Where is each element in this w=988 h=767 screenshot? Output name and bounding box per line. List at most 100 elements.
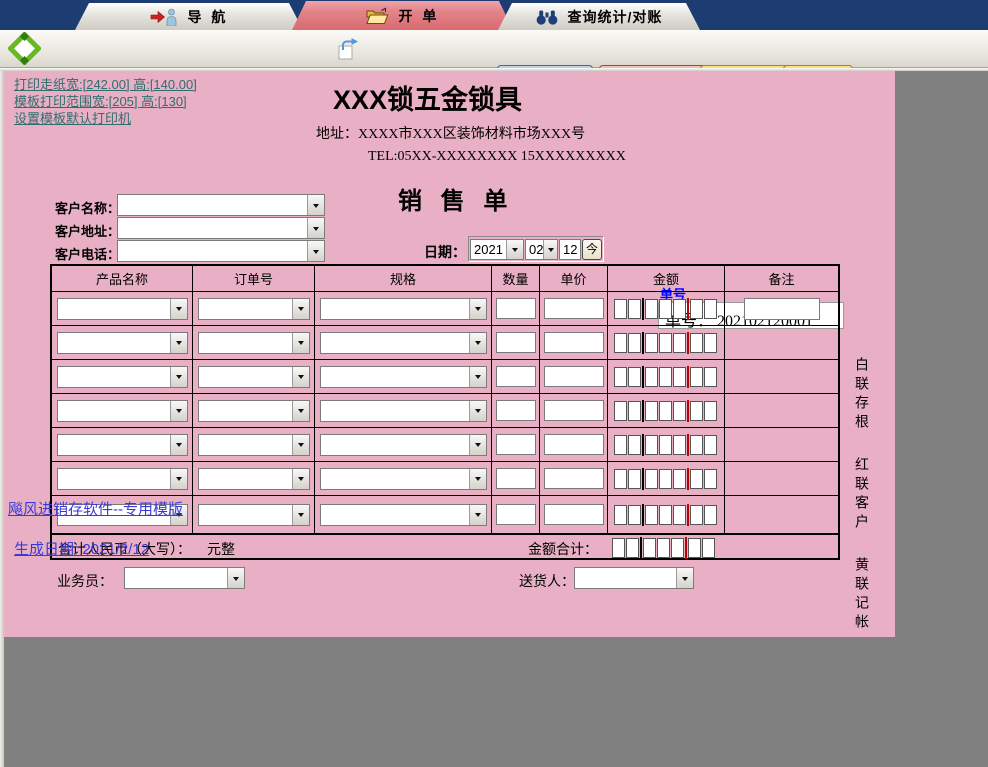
chevron-down-icon[interactable] — [169, 332, 187, 353]
quantity-input[interactable] — [495, 400, 536, 421]
quantity-input[interactable] — [495, 504, 536, 525]
chevron-down-icon[interactable] — [506, 239, 523, 259]
salesman-label: 业务员： — [57, 573, 113, 589]
rotate-print-icon — [336, 37, 360, 66]
table-header-row: 产品名称 订单号 规格 数量 单价 金额 备注 — [52, 266, 838, 292]
amount-digit-boxes — [614, 331, 718, 354]
chevron-down-icon[interactable] — [307, 218, 324, 238]
chevron-down-icon[interactable] — [291, 298, 309, 319]
chevron-down-icon[interactable] — [169, 298, 187, 319]
order-no-select[interactable] — [197, 297, 310, 320]
product-select[interactable] — [56, 399, 188, 422]
delivery-select[interactable] — [574, 567, 694, 589]
spec-select[interactable] — [319, 365, 487, 388]
spec-select[interactable] — [319, 331, 487, 354]
column-header: 数量 — [492, 266, 540, 291]
software-template-link[interactable]: 飚风进销存软件--专用模版 — [8, 498, 183, 519]
quantity-input[interactable] — [495, 332, 536, 353]
quantity-input[interactable] — [495, 434, 536, 455]
customer-name-select[interactable] — [117, 194, 325, 216]
product-select[interactable] — [56, 331, 188, 354]
chevron-down-icon[interactable] — [468, 468, 486, 489]
tab-navigation[interactable]: 导 航 — [75, 3, 303, 30]
chevron-down-icon[interactable] — [468, 366, 486, 387]
day-field[interactable]: 12 — [559, 238, 581, 260]
customer-addr-label: 客户地址： — [55, 224, 121, 239]
tab-query-stats[interactable]: 查询统计/对账 — [498, 3, 700, 30]
customer-tel-select[interactable] — [117, 240, 325, 262]
today-button[interactable]: 今 — [582, 238, 602, 260]
table-row — [52, 292, 838, 326]
month-select[interactable]: 02 — [525, 238, 558, 260]
column-header: 单价 — [540, 266, 608, 291]
unit-price-input[interactable] — [543, 298, 604, 319]
unit-price-input[interactable] — [543, 366, 604, 387]
tab-billing[interactable]: 开 单 — [292, 1, 513, 30]
order-no-select[interactable] — [197, 433, 310, 456]
unit-price-input[interactable] — [543, 400, 604, 421]
chevron-down-icon[interactable] — [468, 504, 486, 525]
chevron-down-icon[interactable] — [307, 241, 324, 261]
spec-select[interactable] — [319, 297, 487, 320]
table-total-row: 合计人民币（大写）： 元整 金额合计： — [52, 534, 838, 559]
chevron-down-icon[interactable] — [227, 568, 244, 588]
date-picker-group: 2021 02 12 今 — [468, 236, 604, 262]
amount-digit-boxes — [614, 433, 718, 456]
order-no-select[interactable] — [197, 467, 310, 490]
product-select[interactable] — [56, 433, 188, 456]
chevron-down-icon[interactable] — [468, 434, 486, 455]
diamond-icon — [6, 30, 43, 70]
unit-price-input[interactable] — [543, 332, 604, 353]
unit-price-input[interactable] — [543, 468, 604, 489]
quantity-input[interactable] — [495, 468, 536, 489]
chevron-down-icon[interactable] — [169, 434, 187, 455]
chevron-down-icon[interactable] — [543, 239, 557, 259]
table-row — [52, 462, 838, 496]
toolbar: 打印偏移左右 毫米 打印偏移上下 毫米 旋转打印 批量设置字体 调整打印偏移说明… — [0, 30, 988, 91]
quantity-input[interactable] — [495, 298, 536, 319]
remark-input[interactable] — [743, 297, 820, 320]
default-printer-link[interactable]: 设置模板默认打印机 — [14, 108, 131, 127]
chevron-down-icon[interactable] — [169, 468, 187, 489]
spec-select[interactable] — [319, 433, 487, 456]
salesman-select[interactable] — [124, 567, 245, 589]
amount-digit-boxes — [614, 365, 718, 388]
chevron-down-icon[interactable] — [468, 332, 486, 353]
product-select[interactable] — [56, 297, 188, 320]
amount-digit-boxes — [614, 503, 718, 526]
chevron-down-icon[interactable] — [291, 468, 309, 489]
invoice-sheet: 打印走纸宽:[242.00] 高:[140.00] 模板打印范围宽:[205] … — [4, 71, 895, 637]
quantity-input[interactable] — [495, 366, 536, 387]
spec-select[interactable] — [319, 399, 487, 422]
generated-date-link[interactable]: 生成日期: 2021/2/12 — [14, 538, 149, 559]
order-no-select[interactable] — [197, 365, 310, 388]
spec-select[interactable] — [319, 503, 487, 526]
total-amount-digit-boxes — [612, 537, 716, 559]
chevron-down-icon[interactable] — [468, 298, 486, 319]
chevron-down-icon[interactable] — [291, 332, 309, 353]
product-select[interactable] — [56, 467, 188, 490]
product-select[interactable] — [56, 365, 188, 388]
chevron-down-icon[interactable] — [169, 366, 187, 387]
order-no-select[interactable] — [197, 331, 310, 354]
unit-price-input[interactable] — [543, 434, 604, 455]
chevron-down-icon[interactable] — [676, 568, 693, 588]
chevron-down-icon[interactable] — [291, 434, 309, 455]
chevron-down-icon[interactable] — [291, 400, 309, 421]
total-words-value: 元整 — [207, 543, 235, 558]
customer-addr-select[interactable] — [117, 217, 325, 239]
copy-red-customer: 红联客户 — [853, 457, 868, 533]
chevron-down-icon[interactable] — [169, 400, 187, 421]
order-no-select[interactable] — [197, 503, 310, 526]
delivery-label: 送货人： — [519, 573, 575, 589]
chevron-down-icon[interactable] — [291, 504, 309, 525]
column-header: 备注 — [768, 272, 795, 287]
chevron-down-icon[interactable] — [307, 195, 324, 215]
year-select[interactable]: 2021 — [470, 238, 524, 260]
chevron-down-icon[interactable] — [291, 366, 309, 387]
chevron-down-icon[interactable] — [468, 400, 486, 421]
order-no-select[interactable] — [197, 399, 310, 422]
spec-select[interactable] — [319, 467, 487, 490]
copy-yellow-ledger: 黄联记帐 — [853, 557, 868, 633]
unit-price-input[interactable] — [543, 504, 604, 525]
